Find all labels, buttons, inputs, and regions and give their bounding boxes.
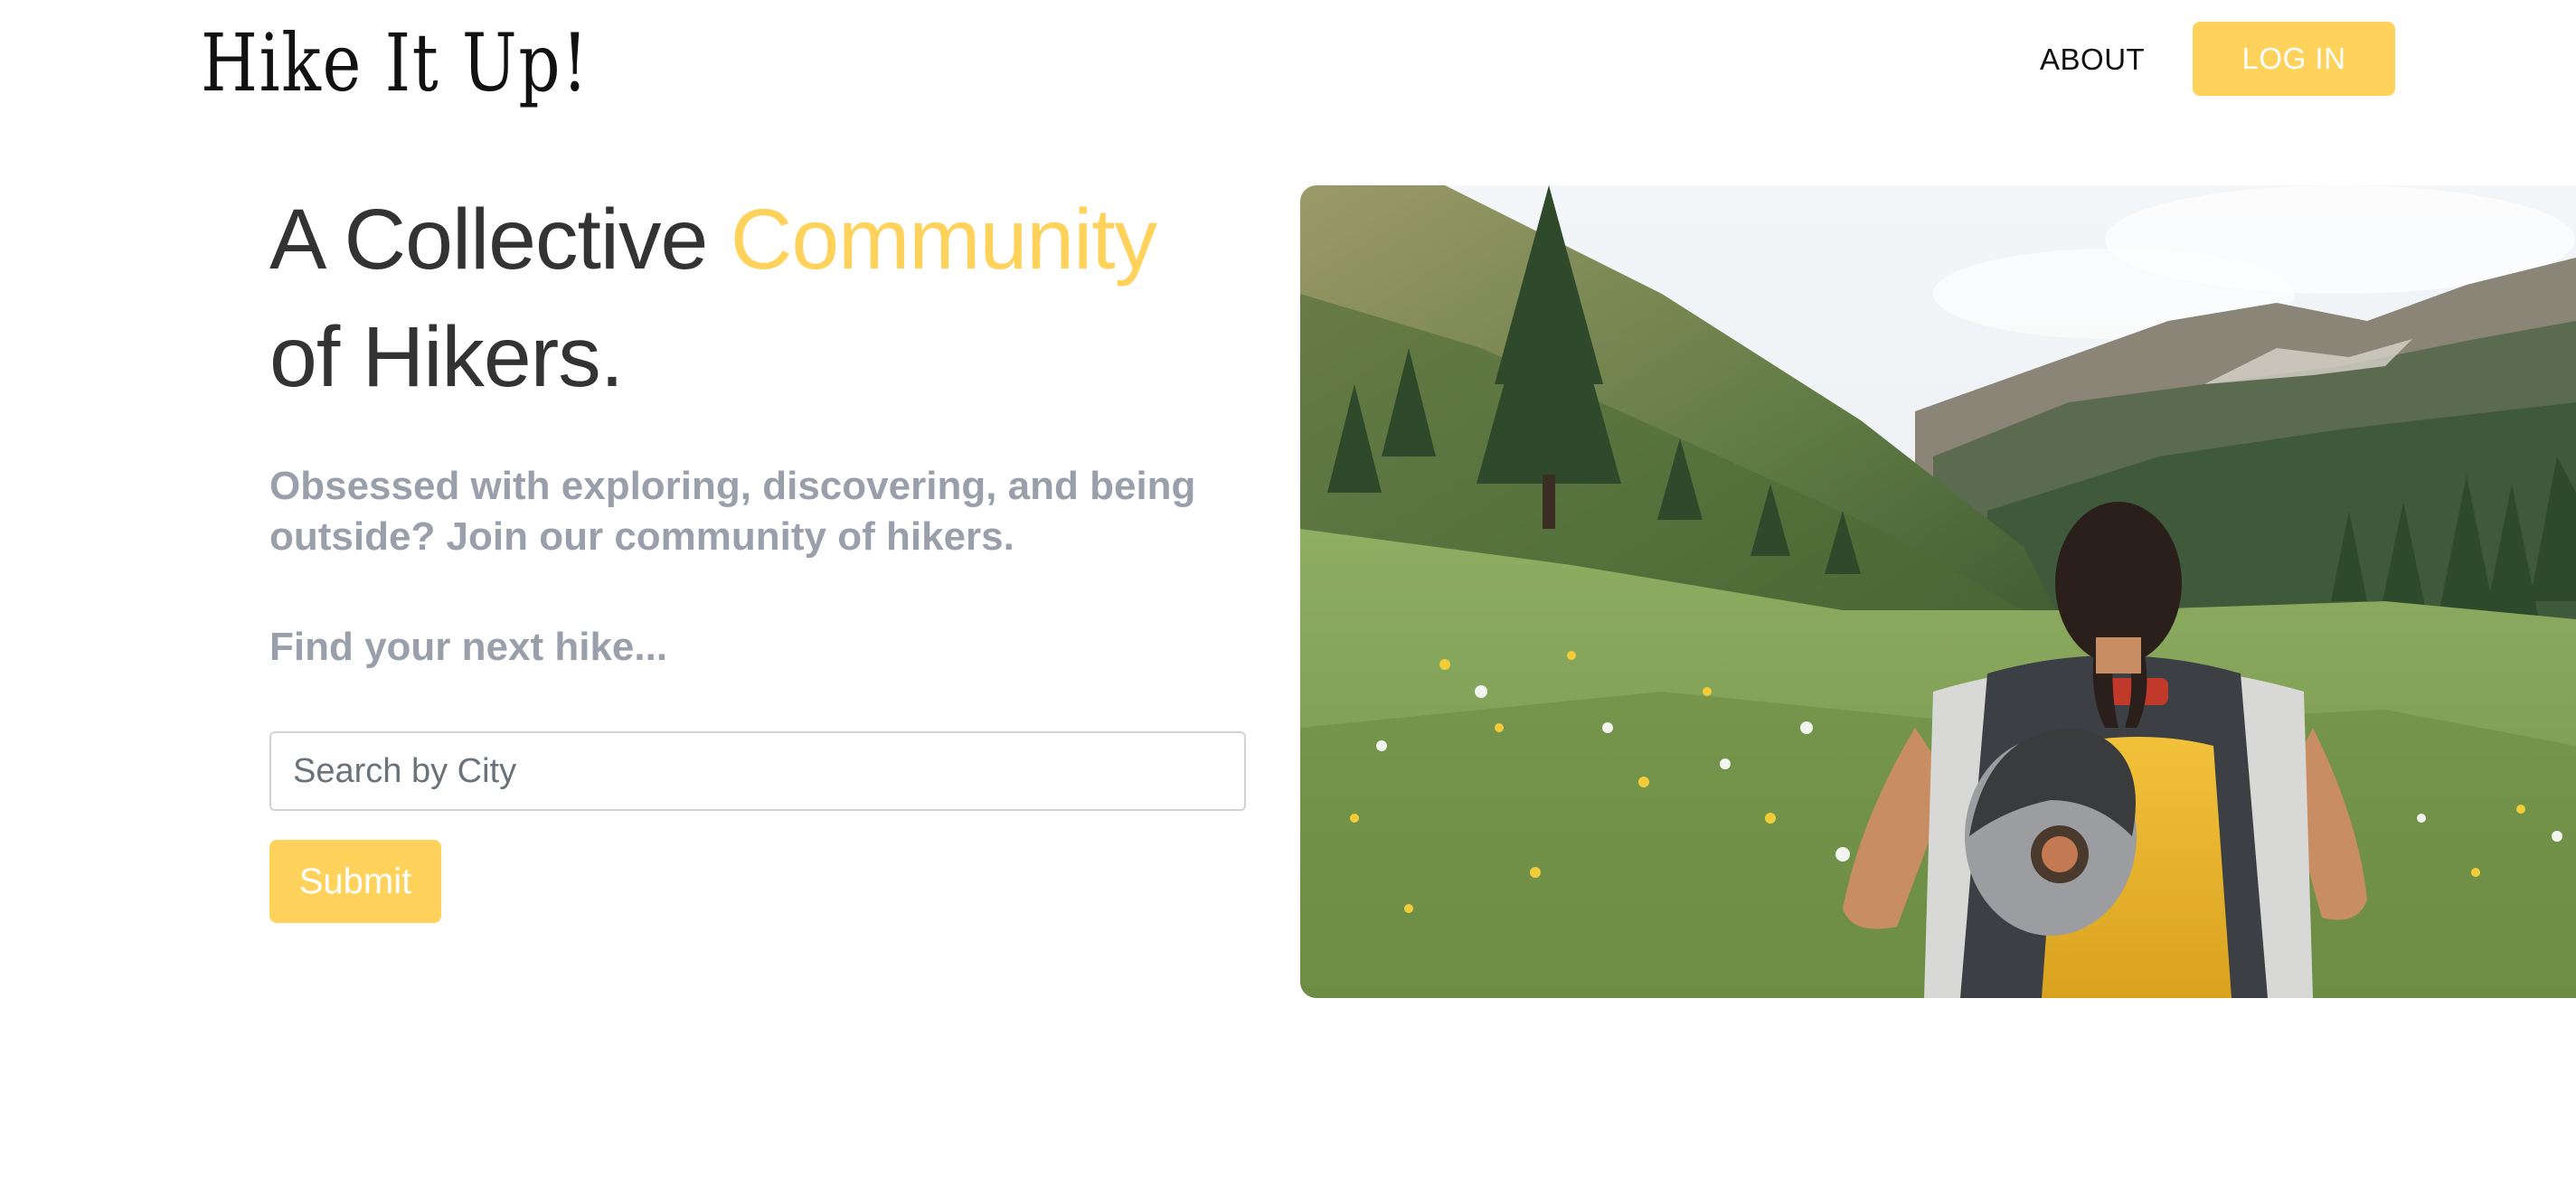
site-logo[interactable]: Hike It Up! xyxy=(201,9,590,118)
hiker-meadow-illustration xyxy=(1300,185,2576,998)
hero-title-part1: A Collective xyxy=(269,192,731,287)
login-button[interactable]: LOG IN xyxy=(2193,22,2395,96)
city-search-input[interactable] xyxy=(269,731,1246,811)
landing-page: Hike It Up! ABOUT LOG IN A Collective Co… xyxy=(0,0,2576,1187)
submit-button[interactable]: Submit xyxy=(269,840,441,923)
find-hike-label: Find your next hike... xyxy=(269,625,668,669)
hero-subtitle: Obsessed with exploring, discovering, an… xyxy=(269,464,1196,559)
hero-hiker-image xyxy=(1300,185,2576,998)
hero-title: A Collective Community of Hikers. xyxy=(269,181,1354,416)
hero-title-part2: of Hikers. xyxy=(269,309,624,405)
nav-about-link[interactable]: ABOUT xyxy=(2040,33,2145,87)
hero-title-accent: Community xyxy=(730,192,1157,287)
